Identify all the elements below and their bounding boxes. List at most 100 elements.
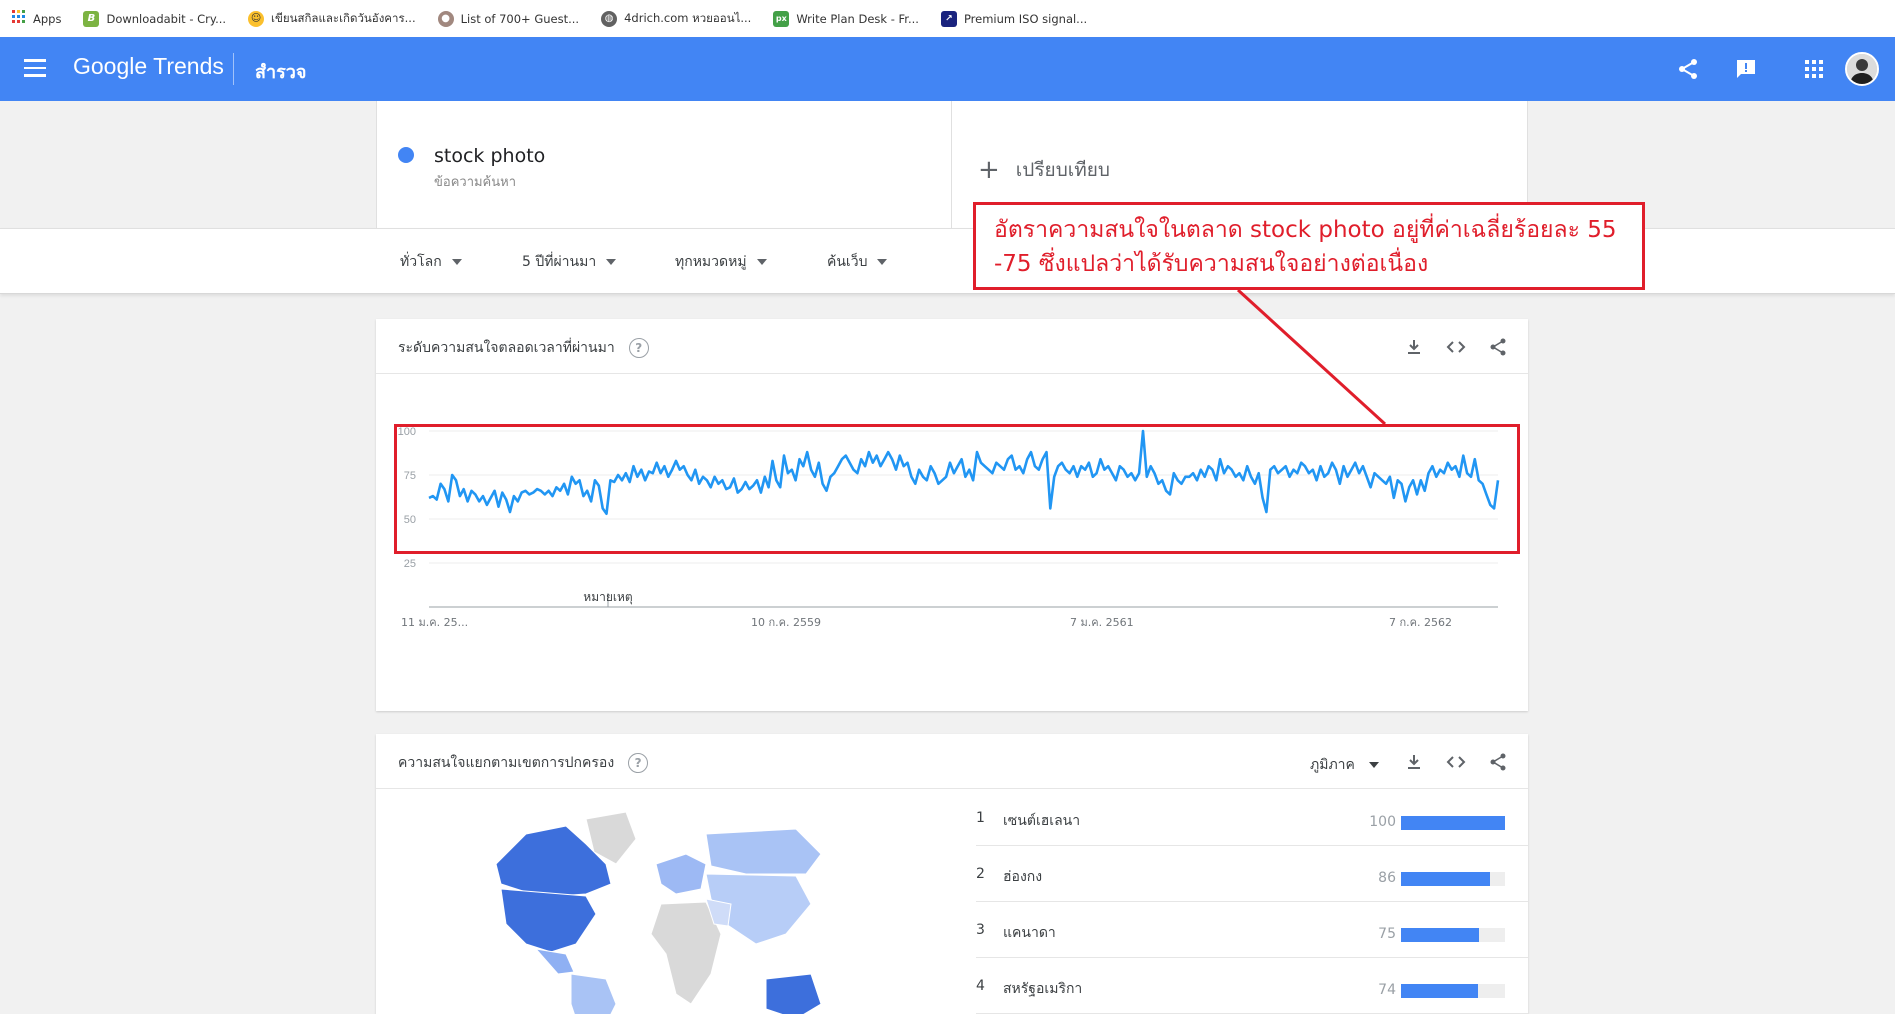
app-header: Google Trends สำรวจ	[0, 37, 1895, 101]
bookmark-label: List of 700+ Guest...	[460, 11, 580, 26]
header-divider	[233, 53, 234, 85]
page-title: สำรวจ	[255, 62, 307, 83]
google-trends-logo[interactable]: Google Trends	[73, 53, 224, 80]
region-value: 100	[1369, 814, 1396, 830]
bookmark-label: Premium ISO signal...	[963, 11, 1088, 26]
map-europe	[655, 853, 707, 895]
map-usa	[500, 888, 597, 953]
logo-google: Google	[73, 53, 148, 79]
list-item[interactable]: 4 สหรัฐอเมริกา 74	[976, 958, 1528, 1014]
list-item[interactable]: 3 แคนาดา 75	[976, 902, 1528, 958]
interest-by-region-card: ความสนใจแยกตามเขตการปกครอง ? ภูมิภาค 1 เ…	[376, 734, 1528, 1014]
share-icon[interactable]	[1676, 57, 1700, 81]
bookmark-downloadabit[interactable]: B Downloadabit - Cry...	[83, 10, 227, 27]
card-title: ระดับความสนใจตลอดเวลาที่ผ่านมา ?	[398, 337, 649, 359]
compare-label: เปรียบเทียบ	[1015, 159, 1110, 181]
region-value: 86	[1378, 870, 1396, 886]
region-value: 75	[1378, 926, 1396, 942]
filter-label: 5 ปีที่ผ่านมา	[522, 254, 597, 270]
caret-down-icon	[1368, 762, 1379, 768]
bookmark-4drich[interactable]: ◍ 4drich.com หวยออนไ...	[601, 10, 751, 28]
map-africa	[650, 901, 722, 1005]
bookmark-write-plan[interactable]: px Write Plan Desk - Fr...	[773, 10, 919, 27]
region-resolution-select[interactable]: ภูมิภาค	[1310, 754, 1379, 776]
bookmark-label: 4drich.com หวยออนไ...	[624, 10, 752, 25]
bookmark-label: Downloadabit - Cry...	[106, 11, 227, 26]
filter-category[interactable]: ทุกหมวดหมู่	[675, 251, 767, 273]
value-bar-track	[1401, 816, 1505, 830]
menu-icon[interactable]	[24, 59, 46, 77]
google-apps-icon[interactable]	[1802, 57, 1826, 81]
y-tick-label: 25	[404, 558, 416, 570]
globe-icon: ◍	[601, 10, 618, 27]
bookmark-premium-iso[interactable]: ↗ Premium ISO signal...	[940, 10, 1088, 27]
share-icon[interactable]	[1488, 337, 1508, 357]
bookmark-label: Apps	[33, 11, 62, 26]
apps-grid-icon	[12, 10, 26, 27]
card-title: ความสนใจแยกตามเขตการปกครอง ?	[398, 752, 649, 774]
value-bar	[1401, 872, 1491, 886]
x-tick-label: 10 ก.ค. 2559	[751, 616, 821, 629]
region-name: เซนต์เฮเลนา	[1003, 813, 1081, 829]
list-item[interactable]: 1 เซนต์เฮเลนา 100	[976, 790, 1528, 846]
caret-down-icon	[756, 259, 767, 265]
rank-number: 2	[976, 866, 985, 882]
world-map[interactable]	[466, 804, 826, 1014]
bookmark-apps[interactable]: Apps	[12, 10, 61, 27]
filter-label: ทุกหมวดหมู่	[675, 254, 747, 270]
filter-time[interactable]: 5 ปีที่ผ่านมา	[522, 251, 617, 273]
x-tick-label: 7 ม.ค. 2561	[1070, 616, 1134, 629]
embed-code-icon[interactable]	[1446, 752, 1466, 772]
embed-code-icon[interactable]	[1446, 337, 1466, 357]
value-bar-track	[1401, 984, 1505, 998]
term-color-dot	[398, 147, 414, 163]
filter-label: ทั่วโลก	[400, 254, 442, 270]
region-name: แคนาดา	[1003, 925, 1056, 941]
map-south-america	[570, 973, 617, 1014]
card-actions	[1404, 337, 1508, 357]
help-icon[interactable]: ?	[628, 753, 649, 773]
value-bar	[1401, 984, 1478, 998]
card-header-divider	[376, 788, 1528, 789]
help-icon[interactable]: ?	[628, 338, 649, 358]
caret-down-icon	[606, 259, 617, 265]
avatar[interactable]	[1845, 52, 1879, 86]
map-central-america	[534, 948, 575, 975]
x-tick-label: 7 ก.ค. 2562	[1389, 616, 1452, 629]
value-bar	[1401, 816, 1505, 830]
bookmark-thai-blog[interactable]: ☺ เขียนสกิลและเกิดวันอังคาร...	[248, 10, 416, 28]
region-title: ความสนใจแยกตามเขตการปกครอง	[398, 755, 615, 771]
smiley-icon: ☺	[248, 10, 265, 27]
value-bar	[1401, 928, 1479, 942]
download-icon[interactable]	[1404, 752, 1424, 772]
filter-location[interactable]: ทั่วโลก	[400, 251, 462, 273]
annotation-callout: อัตราความสนใจในตลาด stock photo อยู่ที่ค…	[973, 202, 1645, 290]
region-value: 74	[1378, 982, 1396, 998]
caret-down-icon	[877, 259, 888, 265]
bookmark-label: Write Plan Desk - Fr...	[796, 11, 919, 26]
bookmarks-bar: Apps B Downloadabit - Cry... ☺ เขียนสกิล…	[0, 0, 1895, 37]
note-label: หมายเหตุ	[583, 590, 632, 605]
chart-logo-icon: ↗	[940, 10, 957, 27]
x-tick-label: 11 ม.ค. 25...	[401, 616, 468, 629]
search-term[interactable]: stock photo	[434, 145, 545, 167]
download-icon[interactable]	[1404, 337, 1424, 357]
filter-label: ค้นเว็บ	[827, 254, 868, 270]
value-bar-track	[1401, 872, 1505, 886]
resolution-label: ภูมิภาค	[1310, 757, 1355, 773]
interest-title: ระดับความสนใจตลอดเวลาที่ผ่านมา	[398, 340, 615, 356]
bookmark-guest-list[interactable]: ● List of 700+ Guest...	[437, 10, 580, 27]
logo-trends: Trends	[153, 53, 224, 79]
monkey-icon: ●	[437, 10, 454, 27]
compare-button[interactable]: + เปรียบเทียบ	[978, 155, 1110, 185]
region-name: สหรัฐอเมริกา	[1003, 981, 1083, 997]
rank-number: 3	[976, 922, 985, 938]
feedback-icon[interactable]	[1734, 57, 1758, 81]
search-term-type: ข้อความค้นหา	[434, 175, 517, 190]
list-item[interactable]: 2 ฮ่องกง 86	[976, 846, 1528, 902]
filter-search-type[interactable]: ค้นเว็บ	[827, 251, 888, 273]
share-icon[interactable]	[1488, 752, 1508, 772]
rank-number: 1	[976, 810, 985, 826]
map-russia	[705, 828, 822, 875]
rank-number: 4	[976, 978, 985, 994]
